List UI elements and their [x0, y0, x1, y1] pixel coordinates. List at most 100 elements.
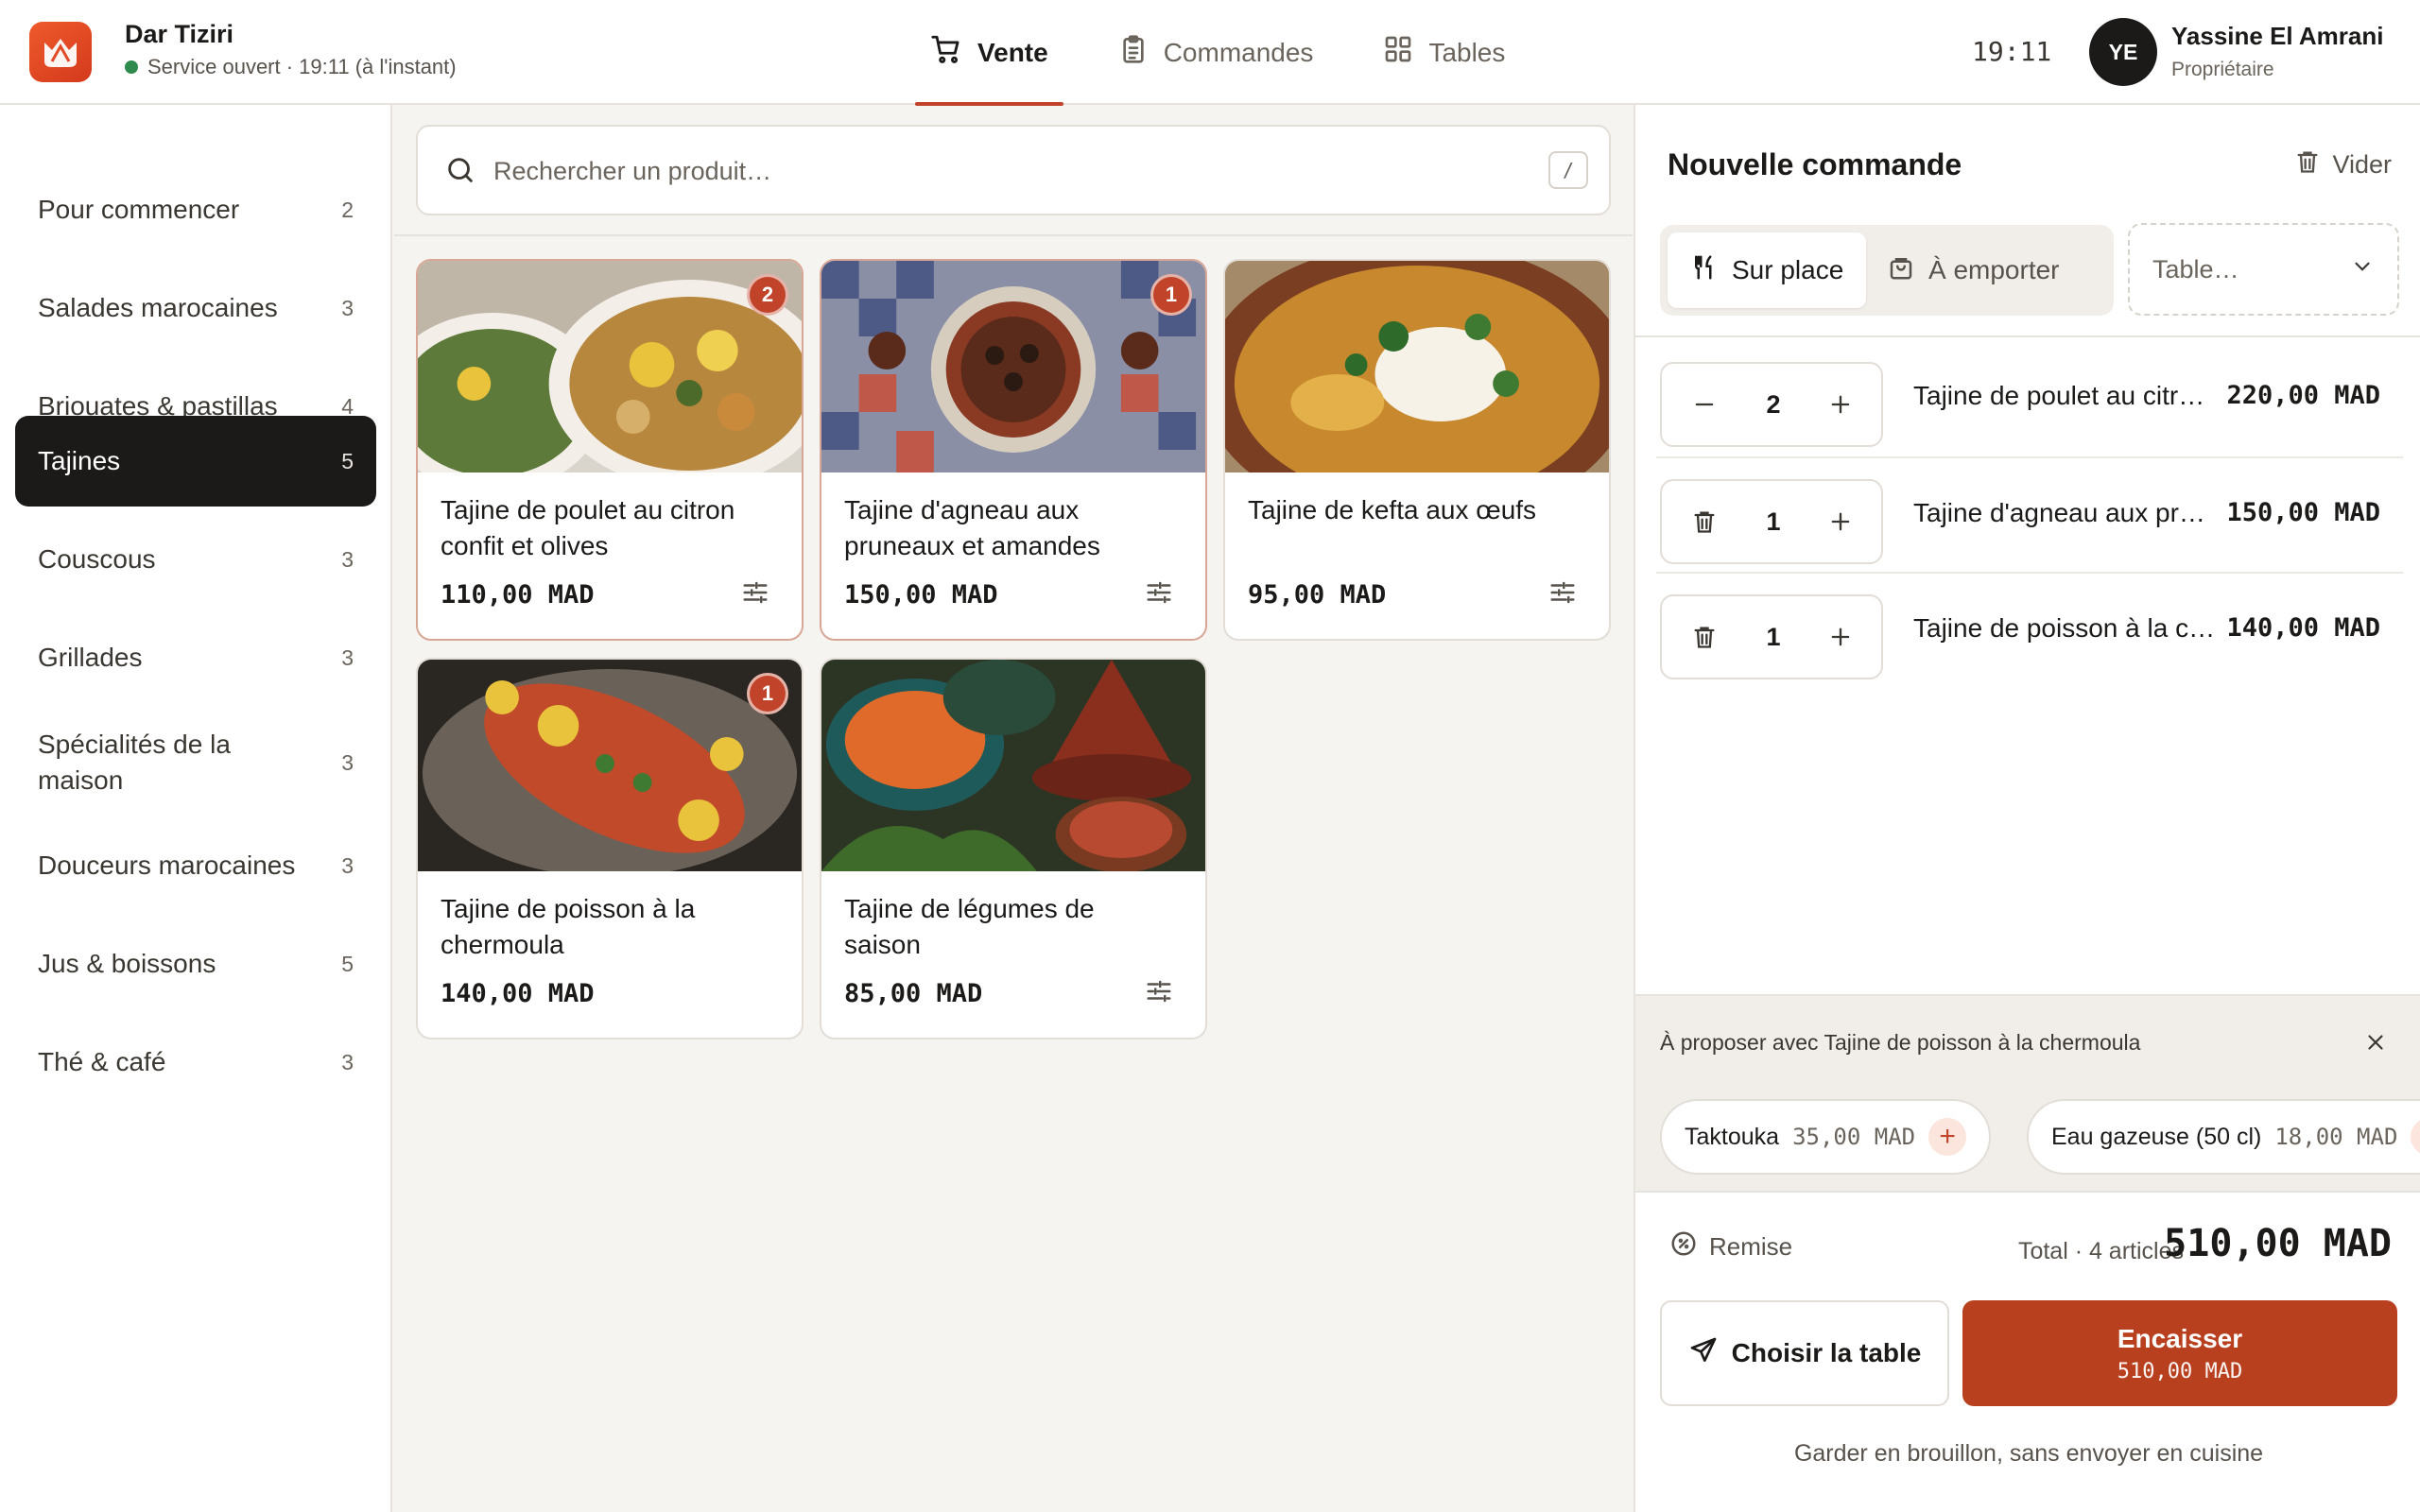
bag-icon	[1887, 252, 1915, 289]
quantity-value: 1	[1766, 622, 1781, 651]
options-sliders-icon[interactable]	[741, 578, 769, 611]
category-item[interactable]: Spécialités de la maison 3	[15, 711, 376, 815]
add-plus-icon[interactable]: +	[1928, 1118, 1967, 1156]
order-line-price: 140,00 MAD	[2226, 613, 2380, 643]
product-name: Tajine de poisson à la chermoula	[441, 894, 696, 959]
discount-button[interactable]: Remise	[1669, 1229, 1792, 1264]
category-item[interactable]: Thé & café 3	[15, 1017, 376, 1108]
upsell-suggestions: À proposer avec Tajine de poisson à la c…	[1635, 994, 2420, 1193]
remove-line-button[interactable]	[1671, 481, 1737, 562]
increment-button[interactable]	[1807, 596, 1874, 678]
order-line-name: Tajine de poulet au citron confit et oli…	[1913, 381, 2216, 410]
increment-button[interactable]	[1807, 364, 1874, 445]
category-item[interactable]: Salades marocaines 3	[15, 263, 376, 353]
product-name: Tajine de poulet au citron confit et oli…	[441, 495, 735, 560]
decrement-button[interactable]	[1671, 364, 1737, 445]
category-item-active[interactable]: Tajines 5	[15, 416, 376, 507]
mode-takeaway[interactable]: À emporter	[1864, 232, 2083, 308]
category-label: Douceurs marocaines	[38, 850, 296, 880]
increment-button[interactable]	[1807, 481, 1874, 562]
cart-quantity-badge: 1	[1150, 274, 1192, 316]
product-card[interactable]: 1 Tajine d'agneau aux pruneaux et amande…	[820, 259, 1207, 641]
app-logo-icon	[29, 22, 92, 82]
category-label: Pour commencer	[38, 195, 240, 224]
user-avatar[interactable]: YE	[2089, 18, 2157, 86]
cart-quantity-badge: 2	[747, 274, 788, 316]
search-input[interactable]	[493, 146, 1495, 197]
category-count: 3	[341, 852, 354, 878]
close-icon[interactable]	[2363, 1030, 2388, 1059]
suggestion-chip[interactable]: Taktouka 35,00 MAD +	[1660, 1099, 1992, 1175]
product-price: 110,00 MAD	[441, 580, 595, 610]
product-image	[418, 660, 802, 871]
quantity-stepper: 1	[1660, 594, 1883, 679]
category-count: 5	[341, 951, 354, 976]
divider	[1635, 335, 2420, 337]
product-name: Tajine de légumes de saison	[844, 894, 1095, 959]
total-amount: 510,00 MAD	[2164, 1222, 2392, 1265]
category-item[interactable]: Couscous 3	[15, 514, 376, 605]
suggestion-chip[interactable]: Eau gazeuse (50 cl) 18,00 MAD +	[2027, 1099, 2420, 1175]
product-card[interactable]: Tajine de légumes de saison 85,00 MAD	[820, 658, 1207, 1040]
suggestion-price: 18,00 MAD	[2274, 1124, 2398, 1150]
mode-dine-in[interactable]: Sur place	[1668, 232, 1867, 308]
table-select[interactable]: Table…	[2128, 223, 2399, 316]
send-arrow-icon	[1688, 1335, 1719, 1372]
category-count: 3	[341, 644, 354, 670]
product-image	[1225, 261, 1609, 472]
category-item[interactable]: Grillades 3	[15, 612, 376, 703]
clear-order-label: Vider	[2332, 150, 2392, 179]
category-label: Tajines	[38, 446, 121, 475]
options-sliders-icon[interactable]	[1548, 578, 1577, 611]
product-card[interactable]: Tajine de kefta aux œufs 95,00 MAD	[1223, 259, 1611, 641]
search-icon	[444, 154, 476, 191]
top-bar: Dar Tiziri Service ouvert · 19:11 (à l'i…	[0, 0, 2420, 106]
checkout-button[interactable]: Encaisser 510,00 MAD	[1962, 1300, 2397, 1406]
tab-tables[interactable]: Tables	[1368, 0, 1520, 105]
category-label: Spécialités de la maison	[38, 730, 231, 795]
quantity-stepper: 2	[1660, 362, 1883, 447]
tab-vente-label: Vente	[977, 37, 1048, 67]
remove-line-button[interactable]	[1671, 596, 1737, 678]
category-count: 3	[341, 749, 354, 775]
product-price: 85,00 MAD	[844, 979, 983, 1008]
options-sliders-icon[interactable]	[1145, 578, 1173, 611]
clear-order-button[interactable]: Vider	[2294, 147, 2392, 182]
quantity-stepper: 1	[1660, 479, 1883, 564]
choose-table-button[interactable]: Choisir la table	[1660, 1300, 1949, 1406]
suggestions-title: À proposer avec Tajine de poisson à la c…	[1660, 1030, 2141, 1055]
service-status-text: Service ouvert · 19:11 (à l'instant)	[147, 55, 457, 78]
choose-table-label: Choisir la table	[1731, 1338, 1922, 1367]
suggestion-name: Taktouka	[1685, 1123, 1780, 1150]
product-search[interactable]: /	[416, 125, 1611, 215]
category-label: Thé & café	[38, 1047, 166, 1076]
category-item[interactable]: Douceurs marocaines 3	[15, 820, 376, 911]
checkout-amount: 510,00 MAD	[2117, 1359, 2243, 1383]
restaurant-name: Dar Tiziri	[125, 20, 234, 48]
trash-icon	[2294, 147, 2321, 182]
clock: 19:11	[1972, 36, 2052, 67]
add-plus-icon[interactable]: +	[2411, 1118, 2420, 1156]
options-sliders-icon[interactable]	[1145, 977, 1173, 1010]
category-count: 3	[341, 1049, 354, 1074]
category-item[interactable]: Pour commencer 2	[15, 164, 376, 255]
category-label: Jus & boissons	[38, 949, 216, 978]
category-label: Couscous	[38, 544, 156, 574]
save-draft-link[interactable]: Garder en brouillon, sans envoyer en cui…	[1635, 1440, 2420, 1468]
total-label: Total · 4 articles	[2017, 1238, 2184, 1264]
product-card[interactable]: 1 Tajine de poisson à la chermoula 140,0…	[416, 658, 804, 1040]
tab-vente[interactable]: Vente	[915, 0, 1063, 106]
category-item[interactable]: Jus & boissons 5	[15, 919, 376, 1009]
cart-icon	[930, 33, 962, 72]
quantity-value: 1	[1766, 507, 1781, 536]
quantity-value: 2	[1766, 389, 1781, 419]
product-card[interactable]: 2 Tajine de poulet au citron confit et o…	[416, 259, 804, 641]
tab-commandes-label: Commandes	[1163, 37, 1314, 67]
tab-commandes[interactable]: Commandes	[1103, 0, 1329, 105]
chevron-down-icon	[2350, 254, 2375, 285]
category-count: 5	[341, 448, 354, 473]
product-image	[418, 261, 802, 472]
category-count: 2	[341, 197, 354, 222]
product-image	[821, 261, 1205, 472]
user-name[interactable]: Yassine El Amrani	[2171, 22, 2383, 51]
